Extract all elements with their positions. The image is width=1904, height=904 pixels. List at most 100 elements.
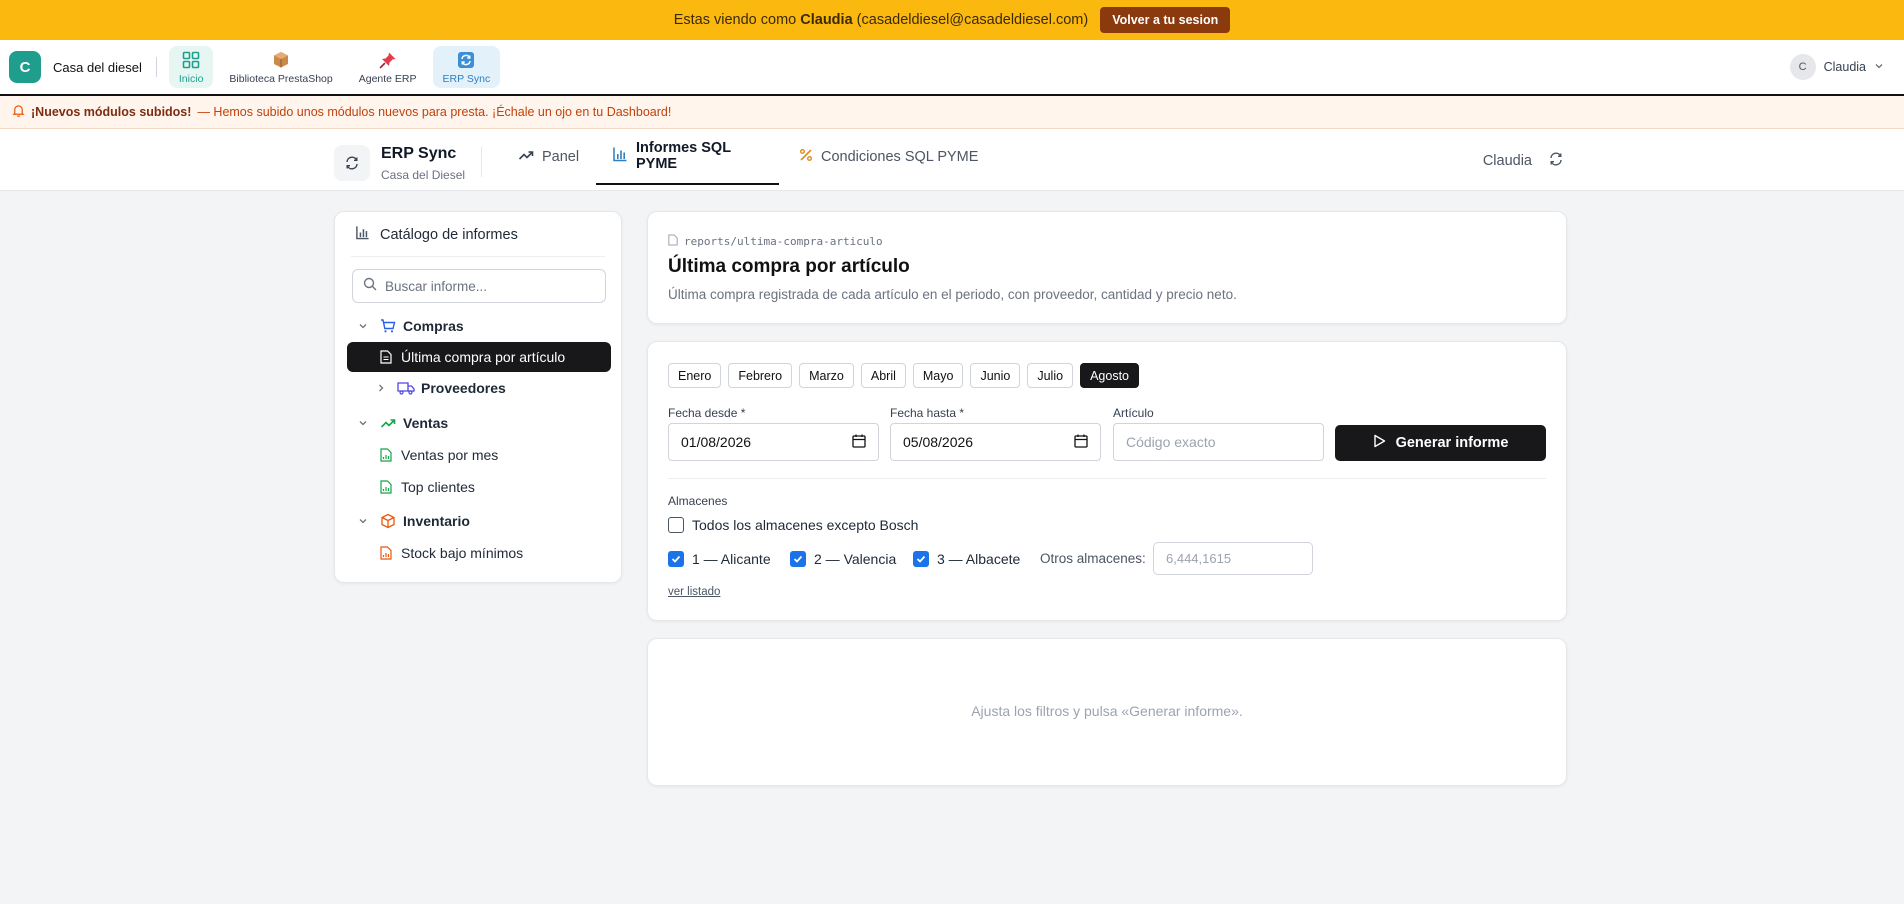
return-to-session-button[interactable]: Volver a tu sesion: [1100, 7, 1231, 33]
fecha-hasta-field[interactable]: 05/08/2026: [890, 423, 1101, 461]
pin-icon: [377, 49, 399, 71]
impersonation-text: Estas viendo como Claudia (casadeldiesel…: [673, 12, 1089, 28]
chevron-down-icon[interactable]: [355, 516, 371, 526]
ver-listado-link[interactable]: ver listado: [668, 586, 720, 598]
app-tab-biblioteca[interactable]: Biblioteca PrestaShop: [219, 46, 342, 88]
catalog-header: Catálogo de informes: [355, 225, 518, 244]
impersonation-banner: Estas viendo como Claudia (casadeldiesel…: [0, 0, 1904, 40]
refresh-icon: [334, 145, 370, 181]
module-title: ERP Sync: [381, 145, 457, 162]
module-user-area: Claudia: [1483, 151, 1564, 171]
cart-icon: [379, 318, 397, 334]
sync-icon: [455, 49, 477, 71]
brand-logo[interactable]: C: [9, 51, 41, 83]
file-chart-icon: [377, 546, 395, 560]
tree-item-stock-bajo-minimos[interactable]: Stock bajo mínimos: [347, 538, 611, 568]
file-icon: [668, 234, 678, 249]
almacen-alicante-checkbox[interactable]: 1 — Alicante: [668, 551, 771, 567]
calendar-icon[interactable]: [1074, 434, 1088, 451]
divider: [155, 57, 157, 77]
divider: [351, 256, 605, 257]
divider: [668, 478, 1546, 479]
tree-item-ventas-por-mes[interactable]: Ventas por mes: [347, 440, 611, 470]
chevron-right-icon[interactable]: [373, 383, 389, 393]
calendar-icon[interactable]: [852, 434, 866, 451]
app-tab-inicio[interactable]: Inicio: [168, 46, 214, 88]
package-icon: [270, 49, 292, 71]
month-julio[interactable]: Julio: [1027, 363, 1074, 388]
month-junio[interactable]: Junio: [970, 363, 1021, 388]
trend-up-icon: [379, 415, 397, 431]
check-icon[interactable]: [668, 551, 684, 567]
tree-group-proveedores[interactable]: Proveedores: [347, 373, 611, 403]
bell-icon: [12, 104, 25, 120]
trend-icon: [518, 147, 534, 167]
tree-item-top-clientes[interactable]: Top clientes: [347, 472, 611, 502]
tree-group-inventario[interactable]: Inventario: [347, 506, 611, 536]
grid-icon: [180, 49, 202, 71]
tree-group-compras[interactable]: Compras: [347, 311, 611, 341]
brand-name: Casa del diesel: [53, 59, 142, 75]
app-tab-agente-erp[interactable]: Agente ERP: [349, 46, 427, 88]
file-icon: [377, 350, 395, 364]
otros-almacenes-field: [1153, 542, 1313, 575]
tab-informes-sql-pyme[interactable]: Informes SQL PYME: [596, 129, 779, 185]
impersonated-user: Claudia: [800, 12, 853, 28]
month-enero[interactable]: Enero: [668, 363, 722, 388]
checkbox-unchecked[interactable]: [668, 517, 684, 533]
fecha-desde-value: 01/08/2026: [681, 434, 752, 450]
month-marzo[interactable]: Marzo: [799, 363, 854, 388]
app-tab-erp-sync[interactable]: ERP Sync: [432, 46, 501, 88]
file-chart-icon: [377, 448, 395, 462]
file-chart-icon: [377, 480, 395, 494]
bar-chart-icon: [612, 146, 628, 166]
report-path: reports/ultima-compra-articulo: [668, 234, 883, 249]
impersonated-email: (casadeldiesel@casadeldiesel.com): [856, 12, 1089, 28]
box-icon: [379, 513, 397, 529]
chevron-down-icon[interactable]: [355, 321, 371, 331]
articulo-field: [1113, 423, 1324, 461]
month-febrero[interactable]: Febrero: [728, 363, 793, 388]
fecha-desde-field[interactable]: 01/08/2026: [668, 423, 879, 461]
fecha-hasta-value: 05/08/2026: [903, 434, 974, 450]
month-agosto[interactable]: Agosto: [1080, 363, 1139, 388]
check-icon[interactable]: [913, 551, 929, 567]
search-icon: [363, 277, 377, 296]
app-bar: C Casa del diesel Inicio Biblioteca Pres…: [0, 40, 1904, 96]
month-mayo[interactable]: Mayo: [912, 363, 964, 388]
results-card: Ajusta los filtros y pulsa «Generar info…: [647, 638, 1567, 786]
month-selector: Enero Febrero Marzo Abril Mayo Junio Jul…: [668, 363, 1139, 388]
notice-title: ¡Nuevos módulos subidos!: [31, 105, 192, 119]
chevron-down-icon: [1874, 60, 1884, 74]
almacen-valencia-checkbox[interactable]: 2 — Valencia: [790, 551, 896, 567]
bar-chart-icon: [355, 225, 370, 244]
refresh-button[interactable]: [1548, 151, 1564, 171]
articulo-input[interactable]: [1126, 434, 1311, 450]
module-header: ERP Sync Casa del Diesel Panel Informes …: [0, 129, 1904, 191]
tree-item-ultima-compra[interactable]: Última compra por artículo: [347, 342, 611, 372]
notice-banner: ¡Nuevos módulos subidos! — Hemos subido …: [0, 96, 1904, 129]
otros-almacenes-input[interactable]: [1166, 551, 1300, 566]
month-abril[interactable]: Abril: [860, 363, 906, 388]
fecha-hasta-label: Fecha hasta *: [890, 406, 965, 420]
percent-icon: [799, 148, 813, 166]
report-header-card: reports/ultima-compra-articulo Última co…: [647, 211, 1567, 324]
almacen-albacete-checkbox[interactable]: 3 — Albacete: [913, 551, 1020, 567]
filters-card: Enero Febrero Marzo Abril Mayo Junio Jul…: [647, 341, 1567, 621]
all-except-bosch-checkbox[interactable]: Todos los almacenes excepto Bosch: [668, 517, 918, 533]
avatar: C: [1789, 54, 1816, 80]
user-menu[interactable]: C Claudia: [1789, 54, 1884, 80]
otros-almacenes-label: Otros almacenes:: [1040, 551, 1146, 566]
notice-text: — Hemos subido unos módulos nuevos para …: [197, 105, 672, 119]
generate-report-button[interactable]: Generar informe: [1335, 425, 1546, 461]
chevron-down-icon[interactable]: [355, 418, 371, 428]
module-user-name: Claudia: [1482, 153, 1532, 169]
search-input[interactable]: [385, 278, 585, 294]
empty-state-message: Ajusta los filtros y pulsa «Generar info…: [971, 703, 1243, 719]
fecha-desde-label: Fecha desde *: [668, 406, 746, 420]
tree-group-ventas[interactable]: Ventas: [347, 408, 611, 438]
check-icon[interactable]: [790, 551, 806, 567]
tab-condiciones-sql-pyme[interactable]: Condiciones SQL PYME: [783, 129, 994, 185]
tab-panel[interactable]: Panel: [502, 129, 595, 185]
articulo-label: Artículo: [1113, 406, 1154, 420]
